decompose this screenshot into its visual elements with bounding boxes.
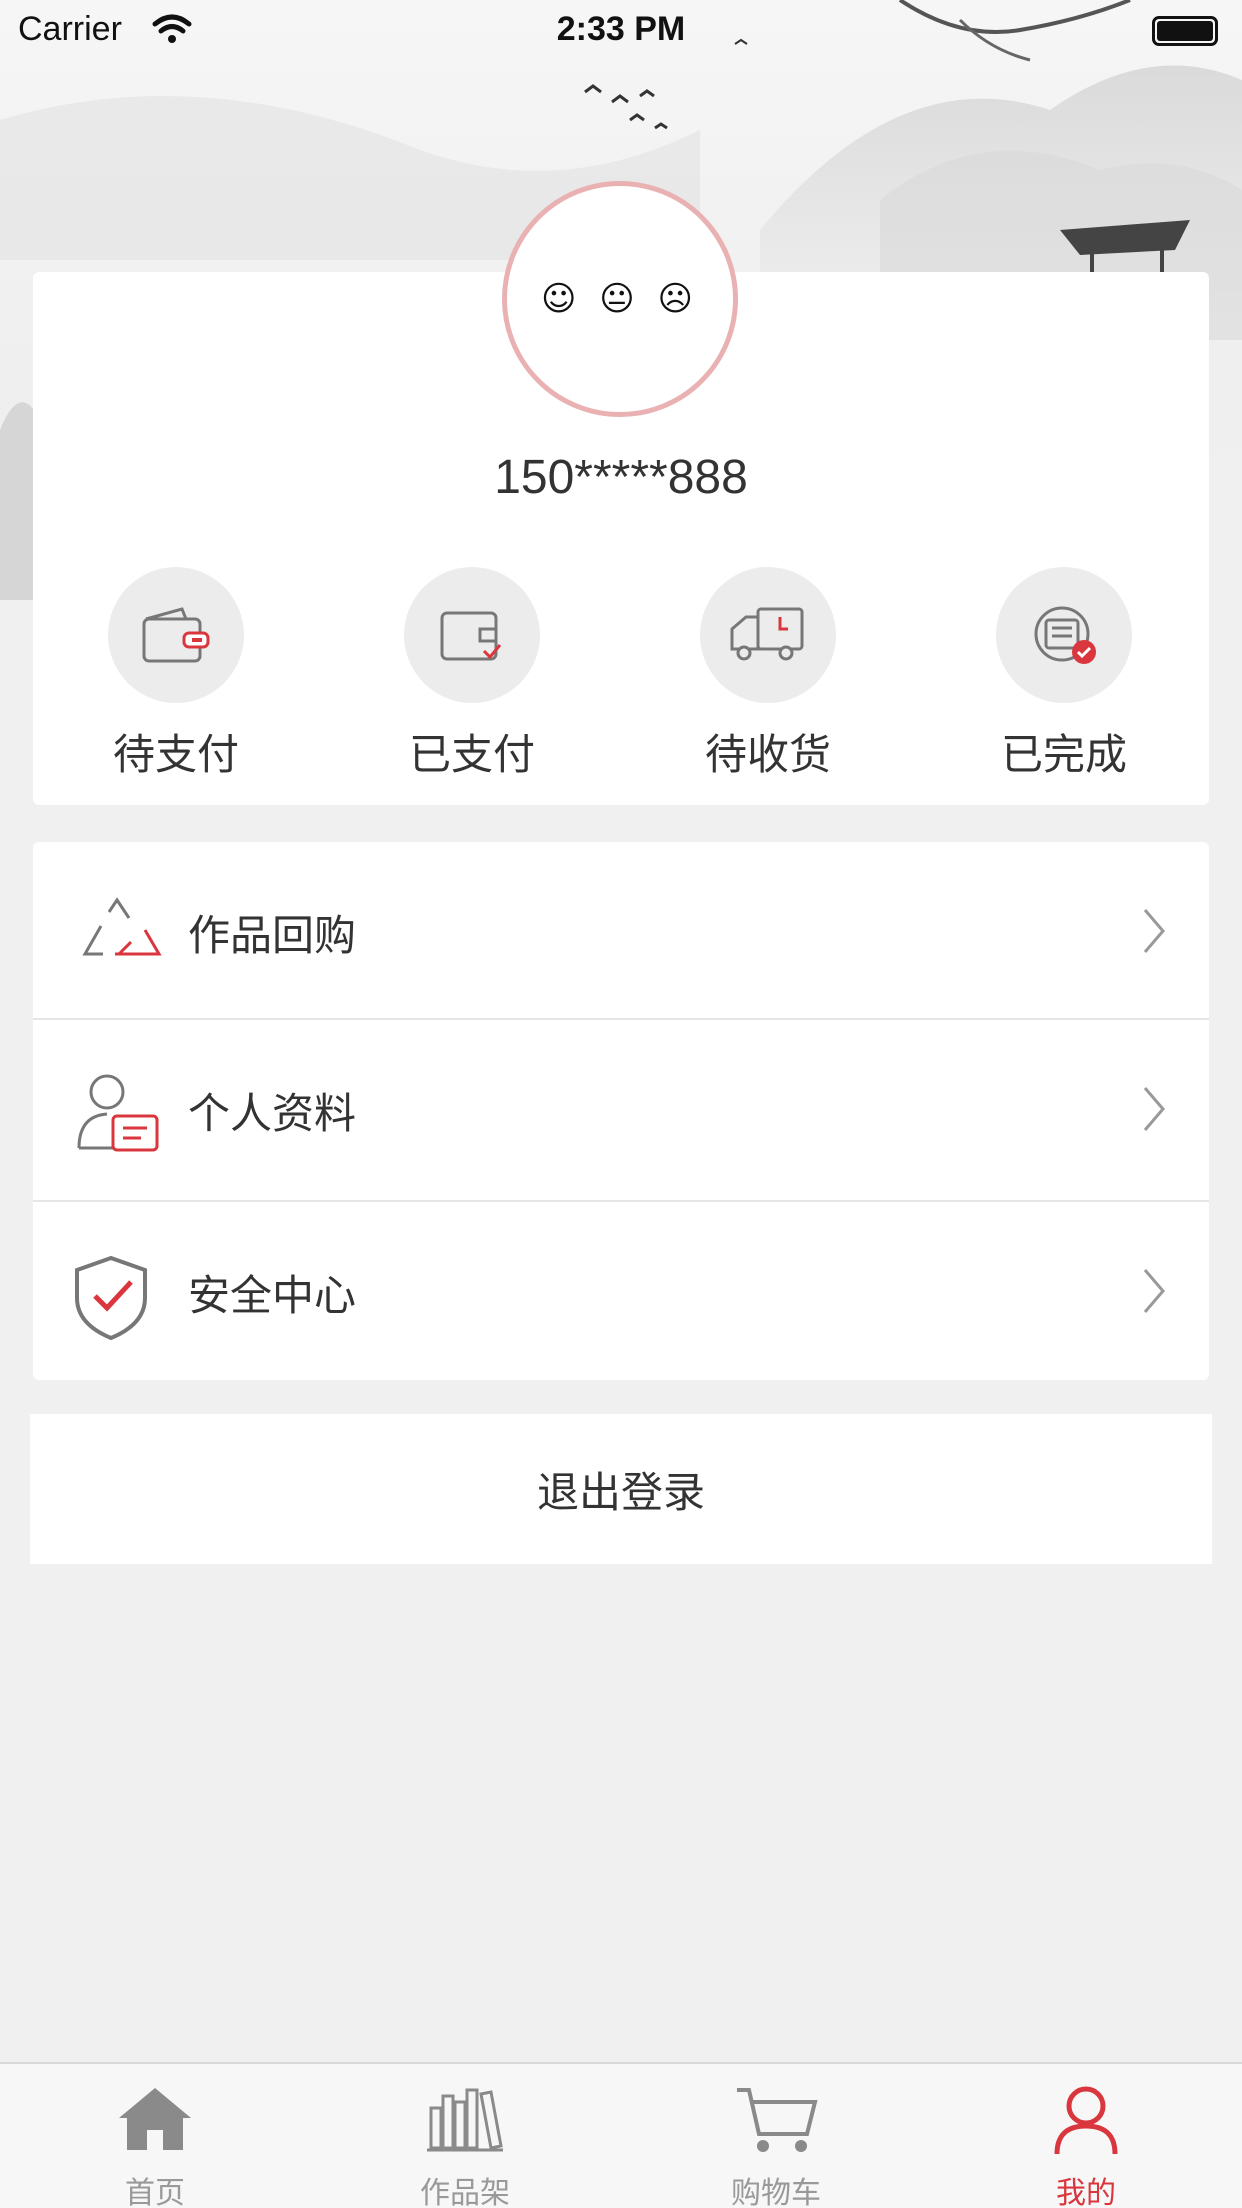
wallet-paid-icon xyxy=(404,567,540,703)
bookshelf-icon xyxy=(310,2084,620,2164)
order-paid[interactable]: 已支付 xyxy=(372,567,572,782)
recycle-icon xyxy=(73,892,163,982)
tab-bar: 首页 作品架 购物车 我的 xyxy=(0,2062,1242,2208)
order-pending-payment[interactable]: 待支付 xyxy=(76,567,276,782)
order-label: 已支付 xyxy=(408,730,535,779)
delivery-truck-icon xyxy=(700,567,836,703)
order-label: 已完成 xyxy=(1000,730,1127,779)
profile-card-icon xyxy=(73,1070,163,1160)
user-phone-number: 150*****888 xyxy=(494,451,748,504)
status-time: 2:33 PM xyxy=(556,10,686,48)
menu-item-artwork-buyback[interactable]: 作品回购 xyxy=(33,842,1209,1022)
tab-label: 我的 xyxy=(1056,2176,1116,2208)
status-bar: Carrier 2:33 PM xyxy=(0,0,1242,62)
menu-item-label: 个人资料 xyxy=(188,1089,357,1138)
menu-item-label: 作品回购 xyxy=(188,911,357,960)
tab-label: 购物车 xyxy=(731,2176,821,2208)
tab-label: 作品架 xyxy=(420,2176,510,2208)
chevron-right-icon xyxy=(1139,1266,1169,1320)
chevron-right-icon xyxy=(1139,1084,1169,1138)
order-completed[interactable]: 已完成 xyxy=(964,567,1164,782)
menu-card: 作品回购 个人资料 安全中心 xyxy=(33,842,1209,1380)
wallet-pending-icon xyxy=(108,567,244,703)
shield-check-icon xyxy=(73,1252,163,1342)
tab-label: 首页 xyxy=(125,2176,185,2208)
order-label: 待收货 xyxy=(704,730,831,779)
avatar[interactable]: ☺ 😐 ☹ xyxy=(502,181,738,417)
order-complete-icon xyxy=(996,567,1132,703)
tab-home[interactable]: 首页 xyxy=(0,2064,310,2208)
chevron-right-icon xyxy=(1139,906,1169,960)
menu-item-label: 安全中心 xyxy=(188,1271,357,1320)
home-icon xyxy=(0,2084,310,2164)
order-label: 待支付 xyxy=(112,730,239,779)
tab-mine[interactable]: 我的 xyxy=(931,2064,1241,2208)
menu-item-security-center[interactable]: 安全中心 xyxy=(33,1202,1209,1382)
menu-item-personal-profile[interactable]: 个人资料 xyxy=(33,1020,1209,1200)
cart-icon xyxy=(621,2084,931,2164)
tab-cart[interactable]: 购物车 xyxy=(621,2064,931,2208)
order-awaiting-delivery[interactable]: 待收货 xyxy=(668,567,868,782)
user-icon xyxy=(931,2084,1241,2164)
battery-icon xyxy=(1152,16,1218,46)
tab-bookshelf[interactable]: 作品架 xyxy=(310,2064,620,2208)
logout-button[interactable]: 退出登录 xyxy=(30,1414,1212,1564)
order-status-row: 待支付 已支付 待收货 已完成 xyxy=(33,567,1209,779)
